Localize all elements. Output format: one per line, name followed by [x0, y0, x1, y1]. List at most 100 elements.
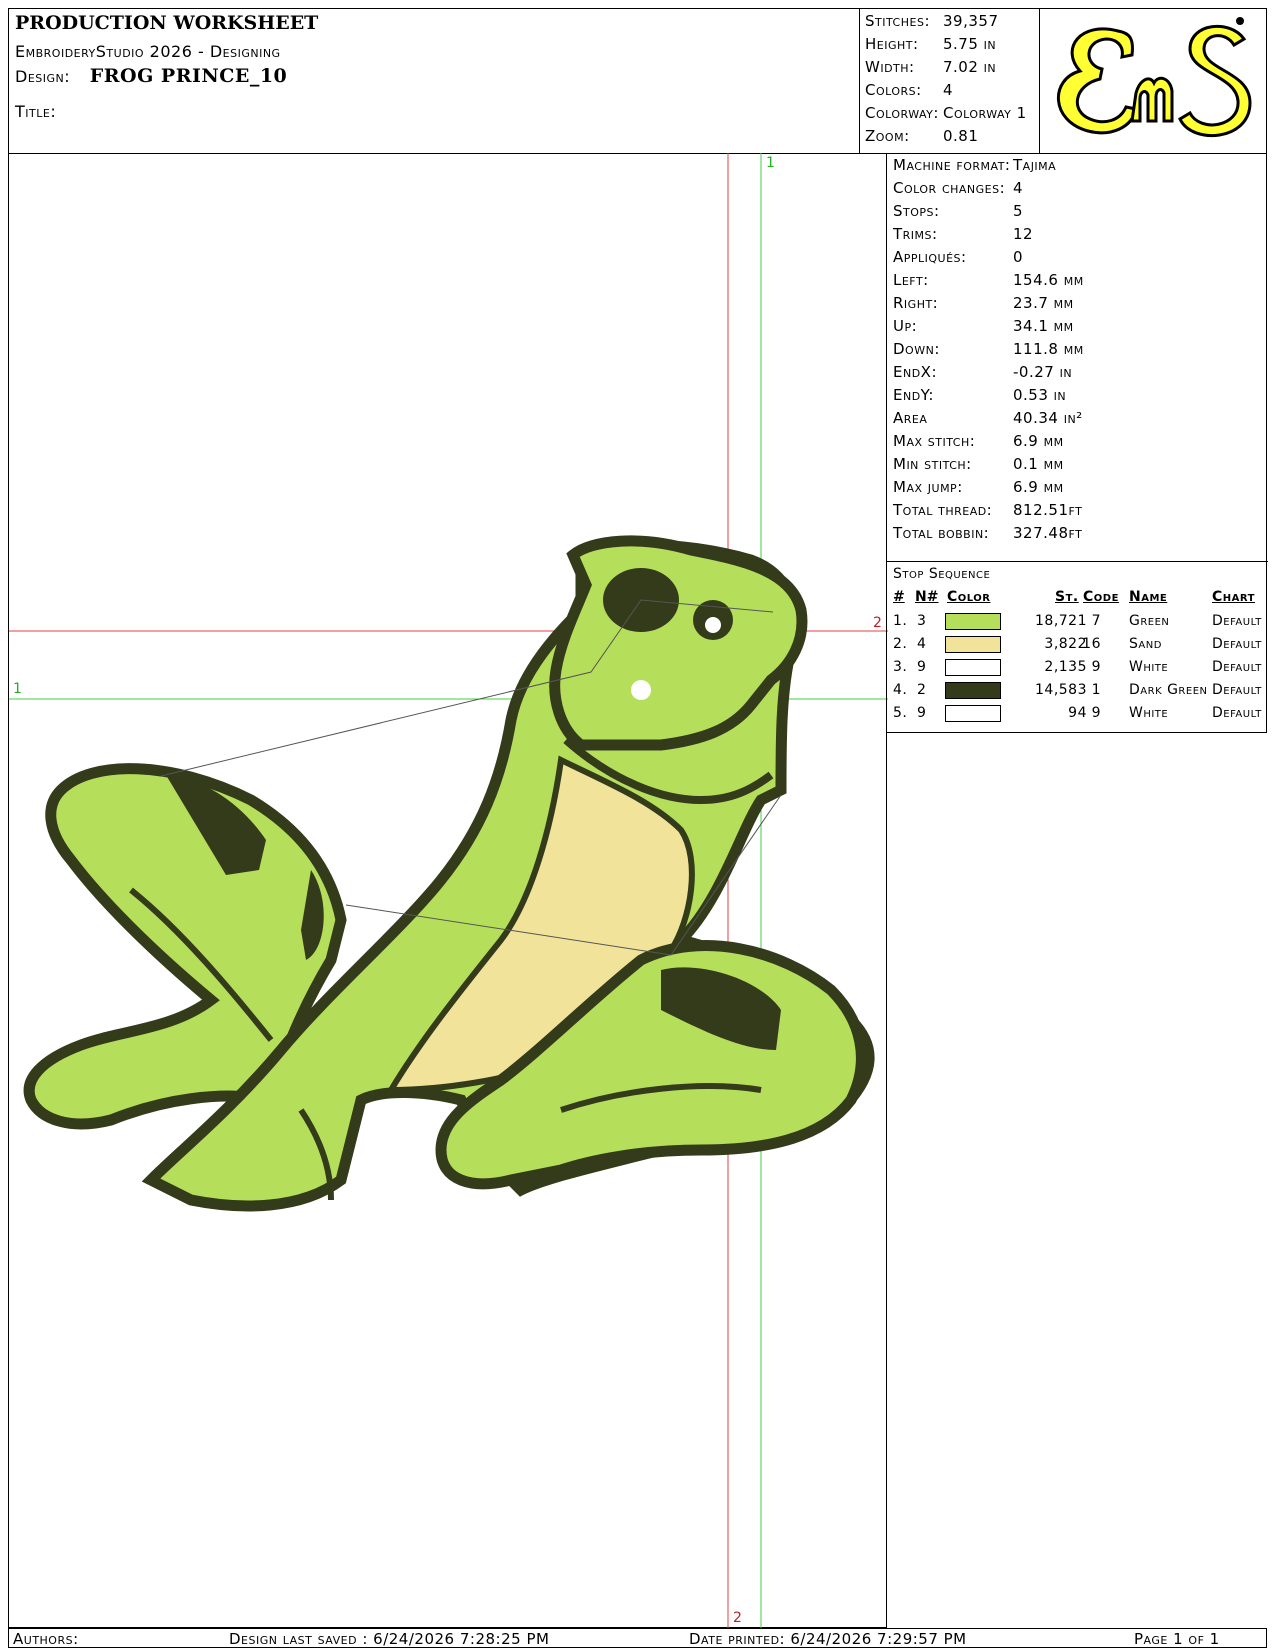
- guide-label-v2: 2: [733, 1610, 742, 1626]
- guide-label-v1: 1: [766, 155, 775, 171]
- param-label: Max jump:: [893, 478, 963, 496]
- seq-color-name: White: [1129, 659, 1169, 675]
- frog-design: 1 1 2 2: [9, 153, 888, 1628]
- seq-color-swatch: [945, 705, 1001, 722]
- param-label: EndY:: [893, 386, 934, 404]
- param-row: Total bobbin: 327.48ft: [893, 524, 1082, 542]
- param-row: Min stitch: 0.1 mm: [893, 455, 1064, 473]
- footer-authors: Authors:: [13, 1630, 79, 1648]
- param-label: Right:: [893, 294, 939, 312]
- worksheet-header: PRODUCTION WORKSHEET EmbroideryStudio 20…: [8, 8, 1267, 154]
- seq-chart: Default: [1212, 705, 1262, 721]
- param-value: 0.1 mm: [1013, 455, 1064, 473]
- param-label: Up:: [893, 317, 918, 335]
- seq-header-code: Code: [1083, 589, 1119, 605]
- stop-sequence-title: Stop Sequence: [893, 566, 991, 582]
- param-row: EndY: 0.53 in: [893, 386, 1066, 404]
- seq-num: 4.: [893, 682, 908, 698]
- design-canvas: 1 1 2 2: [8, 153, 888, 1628]
- ens-logo: [1040, 9, 1266, 153]
- worksheet-footer: Authors: Design last saved : 6/24/2026 7…: [8, 1628, 1267, 1648]
- param-row: Right: 23.7 mm: [893, 294, 1074, 312]
- param-label: Area: [893, 409, 928, 427]
- footer-date-printed: Date printed: 6/24/2026 7:29:57 PM: [689, 1630, 967, 1648]
- param-label: Total bobbin:: [893, 524, 990, 542]
- param-value: 23.7 mm: [1013, 294, 1074, 312]
- param-value: 812.51ft: [1013, 501, 1083, 519]
- param-label: Trims:: [893, 225, 938, 243]
- seq-code: 1: [1091, 682, 1101, 698]
- param-row: Color changes: 4: [893, 179, 1023, 197]
- seq-num: 3.: [893, 659, 908, 675]
- seq-color-name: White: [1129, 705, 1169, 721]
- param-value: 0: [1013, 248, 1024, 266]
- param-row: Up: 34.1 mm: [893, 317, 1074, 335]
- param-label: EndX:: [893, 363, 938, 381]
- param-label: Appliqués:: [893, 248, 967, 266]
- panel-divider: [887, 561, 1268, 562]
- stat-width: Width: 7.02 in: [865, 58, 997, 76]
- design-label: Design:: [15, 67, 71, 86]
- seq-num: 5.: [893, 705, 908, 721]
- stat-colorway: Colorway: Colorway 1: [865, 104, 1027, 122]
- param-value: 327.48ft: [1013, 524, 1083, 542]
- seq-color-swatch: [945, 636, 1001, 653]
- footer-last-saved: Design last saved : 6/24/2026 7:28:25 PM: [229, 1630, 550, 1648]
- seq-color-name: Dark Green: [1129, 682, 1208, 698]
- param-label: Stops:: [893, 202, 940, 220]
- stat-stitches: Stitches: 39,357: [865, 12, 999, 30]
- seq-needle: 4: [917, 636, 927, 652]
- seq-needle: 2: [917, 682, 927, 698]
- seq-color-swatch: [945, 682, 1001, 699]
- param-label: Machine format:: [893, 156, 1011, 174]
- seq-code: 9: [1091, 659, 1101, 675]
- worksheet-title: PRODUCTION WORKSHEET: [15, 12, 319, 34]
- param-label: Min stitch:: [893, 455, 972, 473]
- guide-label-h1: 1: [13, 681, 22, 697]
- stop-sequence-row: 3. 9 2,135 9 White Default: [887, 657, 1268, 680]
- param-row: Total thread: 812.51ft: [893, 501, 1082, 519]
- seq-needle: 3: [917, 613, 927, 629]
- param-value: 0.53 in: [1013, 386, 1067, 404]
- param-row: Max jump: 6.9 mm: [893, 478, 1064, 496]
- seq-num: 2.: [893, 636, 908, 652]
- param-row: Stops: 5: [893, 202, 1023, 220]
- param-label: Color changes:: [893, 179, 1006, 197]
- seq-needle: 9: [917, 705, 927, 721]
- stat-zoom: Zoom: 0.81: [865, 127, 979, 145]
- seq-header-chart: Chart: [1212, 589, 1255, 605]
- stop-sequence-row: 5. 9 94 9 White Default: [887, 703, 1268, 726]
- stop-sequence-row: 2. 4 3,822 16 Sand Default: [887, 634, 1268, 657]
- seq-header-num: #: [893, 589, 905, 605]
- param-value: 5: [1013, 202, 1024, 220]
- param-value: 6.9 mm: [1013, 432, 1064, 450]
- param-row: Appliqués: 0: [893, 248, 1023, 266]
- seq-chart: Default: [1212, 659, 1262, 675]
- app-name: EmbroideryStudio 2026 - Designing: [15, 42, 281, 61]
- eye-highlight-left: [631, 680, 651, 700]
- seq-header-color: Color: [947, 589, 991, 605]
- seq-header-n: N#: [915, 589, 939, 605]
- header-info: PRODUCTION WORKSHEET EmbroideryStudio 20…: [9, 9, 860, 153]
- title-label: Title:: [15, 102, 57, 121]
- stat-height: Height: 5.75 in: [865, 35, 997, 53]
- seq-chart: Default: [1212, 636, 1262, 652]
- param-row: Max stitch: 6.9 mm: [893, 432, 1064, 450]
- seq-code: 7: [1091, 613, 1101, 629]
- param-value: 6.9 mm: [1013, 478, 1064, 496]
- seq-code: 9: [1091, 705, 1101, 721]
- param-label: Total thread:: [893, 501, 993, 519]
- stop-sequence-row: 1. 3 18,721 7 Green Default: [887, 611, 1268, 634]
- design-stats: Stitches: 39,357 Height: 5.75 in Width: 7.0…: [859, 9, 1040, 153]
- param-value: -0.27 in: [1013, 363, 1073, 381]
- param-row: Area 40.34 in²: [893, 409, 1083, 427]
- param-value: Tajima: [1013, 156, 1057, 174]
- param-value: 34.1 mm: [1013, 317, 1074, 335]
- stat-colors: Colors: 4: [865, 81, 954, 99]
- seq-color-name: Green: [1129, 613, 1170, 629]
- param-value: 4: [1013, 179, 1024, 197]
- param-row: EndX: -0.27 in: [893, 363, 1072, 381]
- guide-label-h2: 2: [873, 615, 882, 631]
- param-value: 111.8 mm: [1013, 340, 1084, 358]
- seq-needle: 9: [917, 659, 927, 675]
